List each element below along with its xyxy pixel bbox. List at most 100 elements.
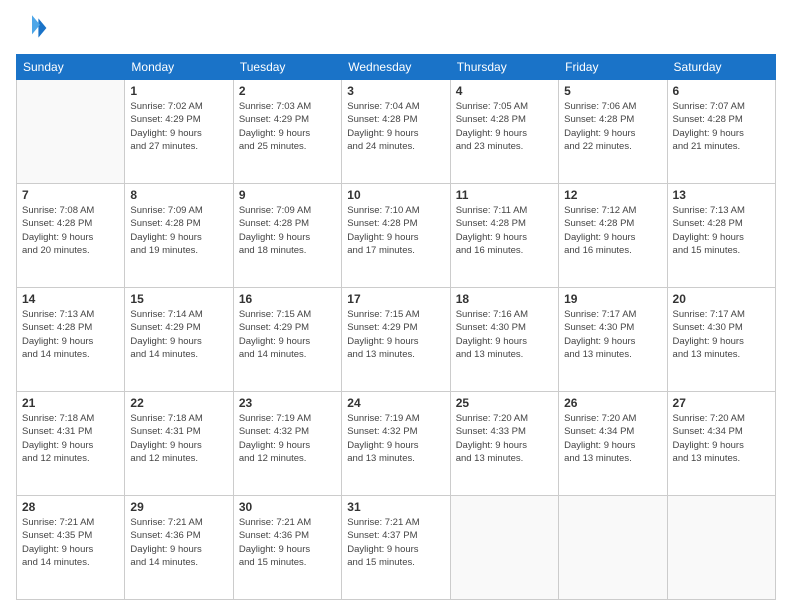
weekday-header: Monday bbox=[125, 55, 233, 80]
calendar-cell: 2 Sunrise: 7:03 AM Sunset: 4:29 PM Daylig… bbox=[233, 80, 341, 184]
day-info: Sunrise: 7:16 AM Sunset: 4:30 PM Dayligh… bbox=[456, 308, 553, 361]
day-info: Sunrise: 7:18 AM Sunset: 4:31 PM Dayligh… bbox=[130, 412, 227, 465]
day-info: Sunrise: 7:21 AM Sunset: 4:36 PM Dayligh… bbox=[130, 516, 227, 569]
calendar-week-row: 28Sunrise: 7:21 AM Sunset: 4:35 PM Dayli… bbox=[17, 496, 776, 600]
calendar-cell bbox=[17, 80, 125, 184]
day-info: Sunrise: 7:13 AM Sunset: 4:28 PM Dayligh… bbox=[22, 308, 119, 361]
day-number: 5 bbox=[564, 84, 661, 98]
day-number: 1 bbox=[130, 84, 227, 98]
day-info: Sunrise: 7:18 AM Sunset: 4:31 PM Dayligh… bbox=[22, 412, 119, 465]
day-number: 13 bbox=[673, 188, 770, 202]
day-info: Sunrise: 7:15 AM Sunset: 4:29 PM Dayligh… bbox=[347, 308, 444, 361]
day-info: Sunrise: 7:21 AM Sunset: 4:37 PM Dayligh… bbox=[347, 516, 444, 569]
calendar-cell: 18 Sunrise: 7:16 AM Sunset: 4:30 PM Dayli… bbox=[450, 288, 558, 392]
day-info: Sunrise: 7:09 AM Sunset: 4:28 PM Dayligh… bbox=[130, 204, 227, 257]
weekday-header: Tuesday bbox=[233, 55, 341, 80]
calendar-cell bbox=[667, 496, 775, 600]
calendar-cell bbox=[559, 496, 667, 600]
calendar-cell: 13Sunrise: 7:13 AM Sunset: 4:28 PM Dayli… bbox=[667, 184, 775, 288]
calendar-cell: 21 Sunrise: 7:18 AM Sunset: 4:31 PM Dayli… bbox=[17, 392, 125, 496]
calendar-cell: 29 Sunrise: 7:21 AM Sunset: 4:36 PM Dayli… bbox=[125, 496, 233, 600]
day-number: 19 bbox=[564, 292, 661, 306]
day-number: 2 bbox=[239, 84, 336, 98]
calendar-cell: 8 Sunrise: 7:09 AM Sunset: 4:28 PM Daylig… bbox=[125, 184, 233, 288]
day-number: 9 bbox=[239, 188, 336, 202]
day-number: 29 bbox=[130, 500, 227, 514]
day-number: 24 bbox=[347, 396, 444, 410]
day-number: 20 bbox=[673, 292, 770, 306]
day-number: 10 bbox=[347, 188, 444, 202]
day-info: Sunrise: 7:02 AM Sunset: 4:29 PM Dayligh… bbox=[130, 100, 227, 153]
calendar-cell: 25 Sunrise: 7:20 AM Sunset: 4:33 PM Dayli… bbox=[450, 392, 558, 496]
day-info: Sunrise: 7:21 AM Sunset: 4:36 PM Dayligh… bbox=[239, 516, 336, 569]
calendar-week-row: 7 Sunrise: 7:08 AM Sunset: 4:28 PM Daylig… bbox=[17, 184, 776, 288]
calendar-week-row: 14 Sunrise: 7:13 AM Sunset: 4:28 PM Dayli… bbox=[17, 288, 776, 392]
calendar-week-row: 1 Sunrise: 7:02 AM Sunset: 4:29 PM Daylig… bbox=[17, 80, 776, 184]
day-number: 12 bbox=[564, 188, 661, 202]
day-number: 25 bbox=[456, 396, 553, 410]
calendar-cell: 26 Sunrise: 7:20 AM Sunset: 4:34 PM Dayli… bbox=[559, 392, 667, 496]
calendar-cell: 27 Sunrise: 7:20 AM Sunset: 4:34 PM Dayli… bbox=[667, 392, 775, 496]
day-number: 21 bbox=[22, 396, 119, 410]
day-number: 26 bbox=[564, 396, 661, 410]
day-info: Sunrise: 7:11 AM Sunset: 4:28 PM Dayligh… bbox=[456, 204, 553, 257]
calendar-cell: 22 Sunrise: 7:18 AM Sunset: 4:31 PM Dayli… bbox=[125, 392, 233, 496]
calendar: SundayMondayTuesdayWednesdayThursdayFrid… bbox=[16, 54, 776, 600]
day-number: 23 bbox=[239, 396, 336, 410]
logo-icon bbox=[16, 12, 48, 44]
day-info: Sunrise: 7:06 AM Sunset: 4:28 PM Dayligh… bbox=[564, 100, 661, 153]
calendar-cell: 10 Sunrise: 7:10 AM Sunset: 4:28 PM Dayli… bbox=[342, 184, 450, 288]
calendar-cell: 5 Sunrise: 7:06 AM Sunset: 4:28 PM Daylig… bbox=[559, 80, 667, 184]
calendar-cell: 9 Sunrise: 7:09 AM Sunset: 4:28 PM Daylig… bbox=[233, 184, 341, 288]
calendar-cell: 1 Sunrise: 7:02 AM Sunset: 4:29 PM Daylig… bbox=[125, 80, 233, 184]
page: SundayMondayTuesdayWednesdayThursdayFrid… bbox=[0, 0, 792, 612]
calendar-cell: 17Sunrise: 7:15 AM Sunset: 4:29 PM Dayli… bbox=[342, 288, 450, 392]
calendar-week-row: 21 Sunrise: 7:18 AM Sunset: 4:31 PM Dayli… bbox=[17, 392, 776, 496]
day-info: Sunrise: 7:08 AM Sunset: 4:28 PM Dayligh… bbox=[22, 204, 119, 257]
calendar-cell: 16 Sunrise: 7:15 AM Sunset: 4:29 PM Dayli… bbox=[233, 288, 341, 392]
day-info: Sunrise: 7:17 AM Sunset: 4:30 PM Dayligh… bbox=[564, 308, 661, 361]
weekday-header: Thursday bbox=[450, 55, 558, 80]
day-info: Sunrise: 7:19 AM Sunset: 4:32 PM Dayligh… bbox=[347, 412, 444, 465]
day-number: 14 bbox=[22, 292, 119, 306]
calendar-cell: 20Sunrise: 7:17 AM Sunset: 4:30 PM Dayli… bbox=[667, 288, 775, 392]
weekday-header: Friday bbox=[559, 55, 667, 80]
day-number: 7 bbox=[22, 188, 119, 202]
day-info: Sunrise: 7:15 AM Sunset: 4:29 PM Dayligh… bbox=[239, 308, 336, 361]
day-number: 28 bbox=[22, 500, 119, 514]
day-info: Sunrise: 7:04 AM Sunset: 4:28 PM Dayligh… bbox=[347, 100, 444, 153]
day-number: 30 bbox=[239, 500, 336, 514]
day-info: Sunrise: 7:20 AM Sunset: 4:34 PM Dayligh… bbox=[673, 412, 770, 465]
day-number: 8 bbox=[130, 188, 227, 202]
calendar-cell: 28Sunrise: 7:21 AM Sunset: 4:35 PM Dayli… bbox=[17, 496, 125, 600]
day-number: 31 bbox=[347, 500, 444, 514]
calendar-cell: 4Sunrise: 7:05 AM Sunset: 4:28 PM Daylig… bbox=[450, 80, 558, 184]
day-number: 22 bbox=[130, 396, 227, 410]
day-number: 16 bbox=[239, 292, 336, 306]
day-info: Sunrise: 7:10 AM Sunset: 4:28 PM Dayligh… bbox=[347, 204, 444, 257]
day-number: 6 bbox=[673, 84, 770, 98]
day-number: 27 bbox=[673, 396, 770, 410]
day-info: Sunrise: 7:14 AM Sunset: 4:29 PM Dayligh… bbox=[130, 308, 227, 361]
day-info: Sunrise: 7:20 AM Sunset: 4:34 PM Dayligh… bbox=[564, 412, 661, 465]
calendar-cell: 11 Sunrise: 7:11 AM Sunset: 4:28 PM Dayli… bbox=[450, 184, 558, 288]
day-number: 4 bbox=[456, 84, 553, 98]
day-info: Sunrise: 7:20 AM Sunset: 4:33 PM Dayligh… bbox=[456, 412, 553, 465]
calendar-cell: 19 Sunrise: 7:17 AM Sunset: 4:30 PM Dayli… bbox=[559, 288, 667, 392]
day-number: 11 bbox=[456, 188, 553, 202]
calendar-header: SundayMondayTuesdayWednesdayThursdayFrid… bbox=[17, 55, 776, 80]
calendar-cell: 7 Sunrise: 7:08 AM Sunset: 4:28 PM Daylig… bbox=[17, 184, 125, 288]
day-info: Sunrise: 7:12 AM Sunset: 4:28 PM Dayligh… bbox=[564, 204, 661, 257]
calendar-cell: 30 Sunrise: 7:21 AM Sunset: 4:36 PM Dayli… bbox=[233, 496, 341, 600]
day-info: Sunrise: 7:07 AM Sunset: 4:28 PM Dayligh… bbox=[673, 100, 770, 153]
weekday-header: Saturday bbox=[667, 55, 775, 80]
calendar-cell: 6 Sunrise: 7:07 AM Sunset: 4:28 PM Daylig… bbox=[667, 80, 775, 184]
calendar-cell: 15Sunrise: 7:14 AM Sunset: 4:29 PM Dayli… bbox=[125, 288, 233, 392]
day-info: Sunrise: 7:03 AM Sunset: 4:29 PM Dayligh… bbox=[239, 100, 336, 153]
day-number: 18 bbox=[456, 292, 553, 306]
day-info: Sunrise: 7:09 AM Sunset: 4:28 PM Dayligh… bbox=[239, 204, 336, 257]
calendar-cell: 23Sunrise: 7:19 AM Sunset: 4:32 PM Dayli… bbox=[233, 392, 341, 496]
calendar-cell: 12 Sunrise: 7:12 AM Sunset: 4:28 PM Dayli… bbox=[559, 184, 667, 288]
calendar-cell: 14 Sunrise: 7:13 AM Sunset: 4:28 PM Dayli… bbox=[17, 288, 125, 392]
header bbox=[16, 12, 776, 44]
